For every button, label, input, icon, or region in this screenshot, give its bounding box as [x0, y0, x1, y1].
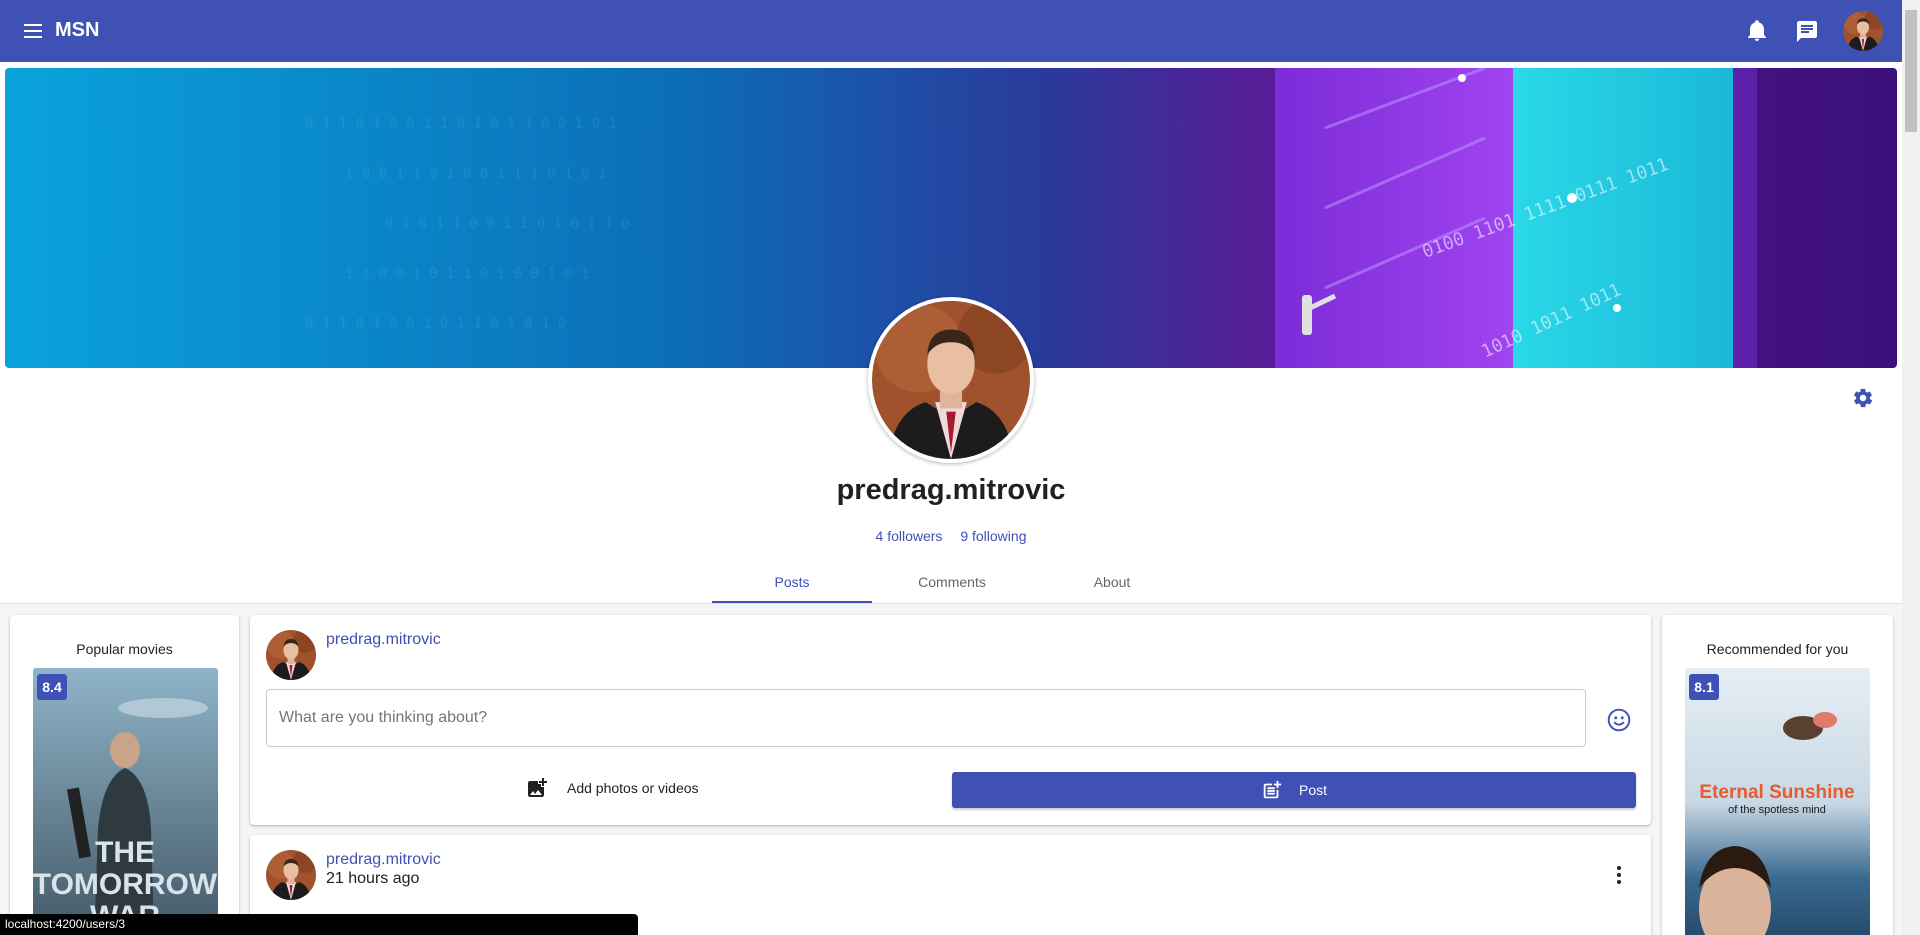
emoji-icon[interactable]: [1606, 707, 1632, 733]
profile-avatar[interactable]: [868, 297, 1034, 463]
post-author-username[interactable]: predrag.mitrovic: [326, 851, 441, 869]
link-status-bar: localhost:4200/users/3: [0, 914, 638, 935]
user-avatar[interactable]: [1843, 11, 1883, 51]
add-photos-label: Add photos or videos: [567, 780, 699, 796]
recommended-movie-poster[interactable]: Eternal Sunshine of the spotless mind 8.…: [1685, 668, 1870, 935]
scrollbar-thumb[interactable]: [1905, 10, 1917, 132]
add-photos-button[interactable]: Add photos or videos: [525, 773, 699, 803]
recommended-poster-title: Eternal Sunshine: [1699, 782, 1854, 803]
movie-poster[interactable]: THE TOMORROW WAR 8.4: [33, 668, 218, 935]
post-author-avatar[interactable]: [266, 850, 316, 900]
following-link[interactable]: 9 following: [960, 528, 1026, 544]
app-title[interactable]: MSN: [55, 19, 99, 42]
page-scrollbar[interactable]: [1902, 0, 1920, 935]
post-button-label: Post: [1298, 782, 1327, 798]
bell-icon[interactable]: [1742, 16, 1772, 46]
composer-username[interactable]: predrag.mitrovic: [326, 631, 441, 649]
recommended-title: Recommended for you: [1706, 641, 1849, 657]
tab-comments[interactable]: Comments: [872, 560, 1032, 604]
post-add-icon: [1263, 780, 1282, 799]
svg-text:0 1 1 0 1 0 0 1 1 0 1 0 1 1 0: 0 1 1 0 1 0 0 1 1 0 1 0 1 1 0 0 1 0 1: [305, 116, 617, 132]
profile-username: predrag.mitrovic: [836, 474, 1066, 506]
recommended-rating-badge: 8.1: [1689, 674, 1719, 700]
followers-link[interactable]: 4 followers: [876, 528, 943, 544]
add-photo-icon: [528, 778, 547, 797]
follow-stats: 4 followers 9 following: [0, 528, 1902, 544]
recommended-poster-subtitle: of the spotless mind: [1728, 804, 1826, 816]
svg-text:0 1 1 0 1 0 0 1 0 1 1 0 1 0 1: 0 1 1 0 1 0 0 1 0 1 1 0 1 0 1 0: [305, 316, 566, 332]
tab-posts[interactable]: Posts: [712, 560, 872, 604]
post-button[interactable]: Post: [952, 772, 1636, 808]
settings-gear-icon[interactable]: [1849, 384, 1877, 412]
poster-text-line2: TOMORROW: [33, 868, 218, 901]
movie-rating-badge: 8.4: [37, 674, 67, 700]
post-composer-card: predrag.mitrovic What are you thinking a…: [250, 615, 1651, 825]
composer-avatar[interactable]: [266, 630, 316, 680]
top-toolbar: MSN: [0, 0, 1902, 62]
post-text-input[interactable]: What are you thinking about?: [266, 689, 1586, 747]
popular-movies-title: Popular movies: [76, 641, 173, 657]
chat-icon[interactable]: [1792, 16, 1822, 46]
profile-tabs: Posts Comments About: [0, 560, 1902, 604]
poster-text-line1: THE: [95, 836, 155, 869]
more-vert-icon[interactable]: [1607, 863, 1631, 887]
svg-text:1 1 0 0 1 0 1 1 0 1 0 0 1 0 1: 1 1 0 0 1 0 1 1 0 1 0 0 1 0 1: [345, 266, 589, 282]
active-tab-indicator: [712, 601, 872, 603]
popular-movies-card: Popular movies THE TOMORROW WAR 8.4: [10, 615, 239, 935]
tab-about[interactable]: About: [1032, 560, 1192, 604]
svg-text:1 0 0 1 1 0 1 0 0 1 1 1 0 1 0: 1 0 0 1 1 0 1 0 0 1 1 1 0 1 0 1: [345, 166, 606, 182]
post-timestamp: 21 hours ago: [326, 870, 420, 887]
svg-text:0 1 0 1 1 0 0 1 1 0 1 0 1 1 0: 0 1 0 1 1 0 0 1 1 0 1 0 1 1 0: [385, 216, 629, 232]
menu-icon[interactable]: [20, 17, 48, 45]
recommended-card: Recommended for you Eternal Sunshine of …: [1662, 615, 1893, 935]
